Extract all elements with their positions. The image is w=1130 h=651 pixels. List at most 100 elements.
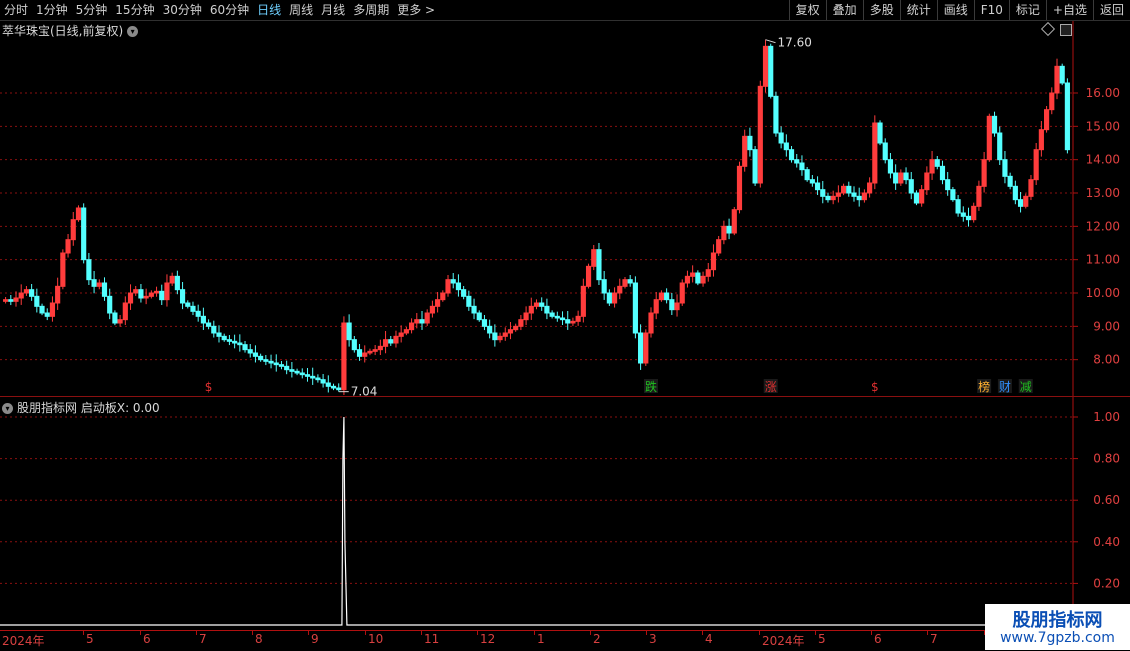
toolbar-button[interactable]: 多股 (862, 0, 900, 20)
candle-body (934, 159, 940, 167)
date-axis-label: 2024年 (2, 634, 45, 648)
toolbar-button[interactable]: 画线 (936, 0, 974, 20)
toolbar-button[interactable]: F10 (973, 0, 1009, 20)
candle-body (44, 312, 50, 317)
candle-body (273, 362, 279, 366)
period-tab[interactable]: 月线 (317, 0, 349, 20)
toolbar-button[interactable]: 返回 (1092, 0, 1130, 20)
indicator-line (0, 416, 1073, 626)
candle-body (632, 282, 638, 334)
candle-body (596, 249, 602, 281)
candle-body (492, 332, 498, 341)
date-axis-tick (646, 631, 647, 635)
candle-body (908, 179, 914, 194)
kline-panel[interactable]: 16.00 15.00 14.00 13.00 12.00 11.00 10.00 9.00 8… (0, 21, 1130, 399)
candle-body (96, 282, 102, 287)
candle-body (757, 85, 763, 184)
candle-body (445, 279, 451, 294)
candle-body (684, 275, 691, 284)
period-tab[interactable]: 周线 (285, 0, 317, 20)
period-tab[interactable]: 日线 (253, 0, 285, 20)
candle-body (289, 369, 295, 372)
period-tab[interactable]: 60分钟 (206, 0, 253, 20)
candle-body (742, 135, 748, 167)
candle-body (174, 275, 180, 291)
candle-body (950, 189, 956, 201)
indicator-title[interactable]: ▾ 股朋指标网 启动板X: 0.00 (2, 399, 160, 416)
candle-body (809, 179, 815, 184)
event-marker[interactable]: 跌 (644, 379, 659, 394)
stock-title[interactable]: 萃华珠宝(日线,前复权) ▾ (2, 22, 139, 39)
price-tick-label: 15.00 (1086, 119, 1120, 133)
candle-body (211, 325, 217, 334)
period-tab[interactable]: 5分钟 (72, 0, 112, 20)
event-marker[interactable]: $ (201, 379, 216, 394)
toolbar-button[interactable]: 标记 (1008, 0, 1046, 20)
indicator-tick-label: 0.80 (1093, 452, 1120, 466)
candle-body (226, 339, 232, 342)
date-axis-label: 4 (705, 632, 713, 646)
candle-body (846, 185, 852, 194)
candle-body (367, 350, 373, 354)
chevron-down-icon[interactable]: ▾ (127, 26, 139, 37)
candle-body (507, 329, 514, 334)
candle-body (455, 282, 462, 291)
period-tab[interactable]: 30分钟 (159, 0, 206, 20)
candle-body (414, 319, 420, 324)
date-axis-tick (590, 631, 591, 635)
indicator-tick-label: 1.00 (1093, 410, 1120, 424)
candle-body (3, 299, 9, 302)
date-axis-label: 7 (199, 632, 207, 646)
candle-body (991, 115, 998, 134)
toolbar-button[interactable]: 叠加 (825, 0, 863, 20)
candle-body (237, 342, 243, 346)
event-marker[interactable]: 财 (997, 379, 1012, 394)
candle-body (263, 359, 269, 362)
candle-body (195, 310, 201, 317)
toolbar-button[interactable]: 复权 (788, 0, 826, 20)
event-marker[interactable]: 榜 (977, 379, 992, 394)
toolbar-button[interactable]: 统计 (899, 0, 937, 20)
event-marker[interactable]: 涨 (763, 379, 778, 394)
indicator-name: 股朋指标网 (17, 401, 78, 415)
date-axis-label: 6 (143, 632, 151, 646)
candle-body (981, 159, 987, 187)
candle-body (429, 305, 435, 314)
candle-body (965, 215, 972, 221)
candle-body (169, 275, 175, 284)
date-axis-tick (365, 631, 366, 635)
candle-body (65, 239, 71, 254)
toolbar-button[interactable]: +自选 (1045, 0, 1093, 20)
candle-body (86, 259, 92, 281)
candle-body (705, 269, 711, 277)
candle-body (164, 282, 170, 301)
candle-body (606, 292, 612, 304)
period-tab[interactable]: 1分钟 (32, 0, 72, 20)
date-axis-label: 11 (424, 632, 440, 646)
candle-body (81, 207, 87, 261)
indicator-chart[interactable]: 1.00 0.80 0.60 0.40 0.20 (0, 397, 1130, 629)
date-axis-label: 3 (649, 632, 657, 646)
period-tab[interactable]: 多周期 (349, 0, 393, 20)
period-tab[interactable]: 分时 (0, 0, 32, 20)
event-marker-text: $ (205, 380, 213, 394)
candle-body (409, 322, 415, 331)
event-marker[interactable]: 减 (1018, 379, 1033, 394)
event-marker[interactable]: $ (867, 379, 882, 394)
candle-body (49, 302, 56, 317)
panel-toggle-icon[interactable] (1060, 24, 1072, 36)
chevron-down-icon[interactable]: ▾ (2, 403, 13, 414)
candle-body (419, 319, 425, 324)
period-tab[interactable]: 更多 > (393, 0, 439, 20)
candle-body (330, 385, 337, 389)
candle-body (107, 295, 113, 314)
candle-body (117, 319, 123, 324)
kline-chart[interactable]: 16.00 15.00 14.00 13.00 12.00 11.00 10.00 9.00 8… (0, 21, 1130, 399)
period-tab[interactable]: 15分钟 (111, 0, 158, 20)
candle-body (471, 305, 477, 314)
candle-body (8, 299, 14, 302)
date-axis-label: 12 (480, 632, 496, 646)
price-tick-label: 9.00 (1093, 319, 1120, 333)
indicator-panel[interactable]: 1.00 0.80 0.60 0.40 0.20 ▾ 股朋指标网 启动板X: 0.00 (0, 397, 1130, 629)
price-tick-label: 11.00 (1086, 253, 1120, 267)
